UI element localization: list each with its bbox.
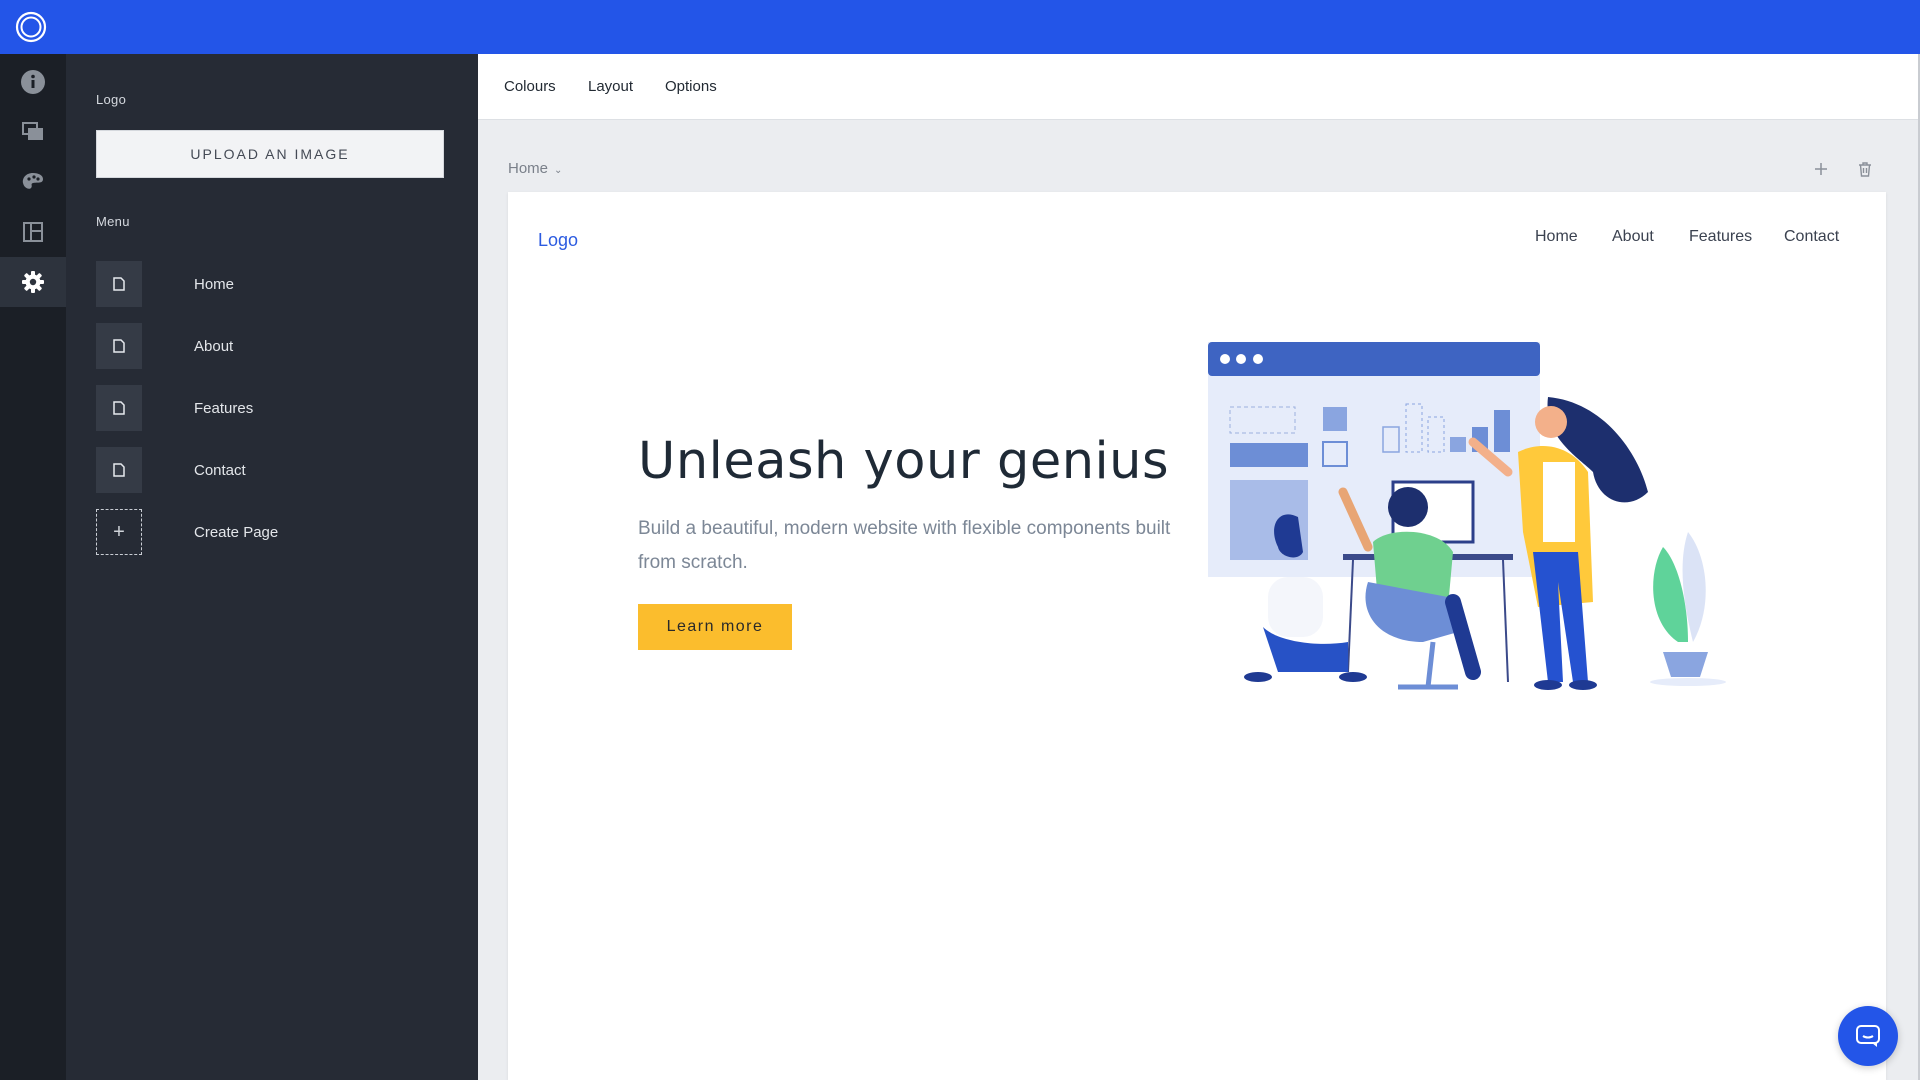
create-page-label: Create Page	[194, 523, 279, 541]
team-illustration	[1208, 342, 1726, 690]
menu-item-features[interactable]: Features	[96, 385, 436, 431]
menu-item-contact[interactable]: Contact	[96, 447, 436, 493]
page-icon-box	[96, 385, 142, 431]
rail-settings[interactable]	[0, 257, 66, 307]
delete-section-button[interactable]	[1854, 158, 1876, 180]
tab-colours[interactable]: Colours	[504, 78, 556, 95]
page-icon-box	[96, 447, 142, 493]
page-icon	[113, 339, 125, 353]
add-section-button[interactable]	[1810, 158, 1832, 180]
editor-tabs: Colours Layout Options	[478, 54, 1918, 120]
hero-subtitle: Build a beautiful, modern website with f…	[638, 518, 1171, 573]
rail-colours[interactable]	[0, 157, 66, 207]
tab-options[interactable]: Options	[665, 78, 717, 95]
preview-nav-home[interactable]: Home	[1535, 228, 1578, 246]
info-icon	[21, 70, 45, 94]
rail-layout[interactable]	[0, 207, 66, 257]
palette-icon	[22, 173, 43, 189]
page-selector-label: Home	[508, 160, 549, 177]
brand-logo-icon[interactable]	[14, 10, 48, 44]
rail-pages[interactable]	[0, 107, 66, 157]
chevron-down-icon: ⌄	[554, 165, 563, 176]
rail-info[interactable]	[0, 57, 66, 107]
page-icon	[113, 277, 125, 291]
page-selector[interactable]: Home ⌄	[508, 160, 562, 177]
preview-nav-contact[interactable]: Contact	[1784, 228, 1839, 246]
plus-icon: +	[96, 509, 142, 555]
menu-item-label: About	[194, 337, 234, 355]
page-icon-box	[96, 261, 142, 307]
chat-bubble-icon	[1856, 1025, 1880, 1047]
page-icon	[113, 401, 125, 415]
layout-icon	[23, 222, 43, 242]
menu-item-label: Features	[194, 399, 254, 417]
trash-icon	[1859, 161, 1871, 177]
settings-panel: Logo UPLOAD AN IMAGE Menu Home About Fea…	[66, 54, 478, 1080]
upload-image-button[interactable]: UPLOAD AN IMAGE	[96, 130, 444, 178]
tab-layout[interactable]: Layout	[588, 78, 633, 95]
preview-nav-about[interactable]: About	[1612, 228, 1654, 246]
logo-section-label: Logo	[96, 92, 127, 107]
pages-icon	[22, 122, 43, 140]
icon-rail	[0, 54, 66, 1080]
website-preview: Logo Home About Features Contact Unleash…	[508, 192, 1886, 1080]
chat-launcher[interactable]	[1838, 1006, 1898, 1066]
menu-item-home[interactable]: Home	[96, 261, 436, 307]
page-icon-box	[96, 323, 142, 369]
preview-nav-features[interactable]: Features	[1689, 228, 1752, 246]
gear-icon	[22, 271, 44, 293]
plus-icon	[1815, 163, 1827, 175]
menu-item-label: Contact	[194, 461, 246, 479]
menu-section-label: Menu	[96, 214, 130, 229]
top-bar	[0, 0, 1920, 54]
create-page-button[interactable]: + Create Page	[96, 509, 436, 555]
preview-logo[interactable]: Logo	[538, 230, 578, 251]
page-icon	[113, 463, 125, 477]
menu-item-about[interactable]: About	[96, 323, 436, 369]
learn-more-button[interactable]: Learn more	[638, 604, 792, 650]
hero-title: Unleash your genius	[638, 432, 1170, 491]
menu-item-label: Home	[194, 275, 235, 293]
